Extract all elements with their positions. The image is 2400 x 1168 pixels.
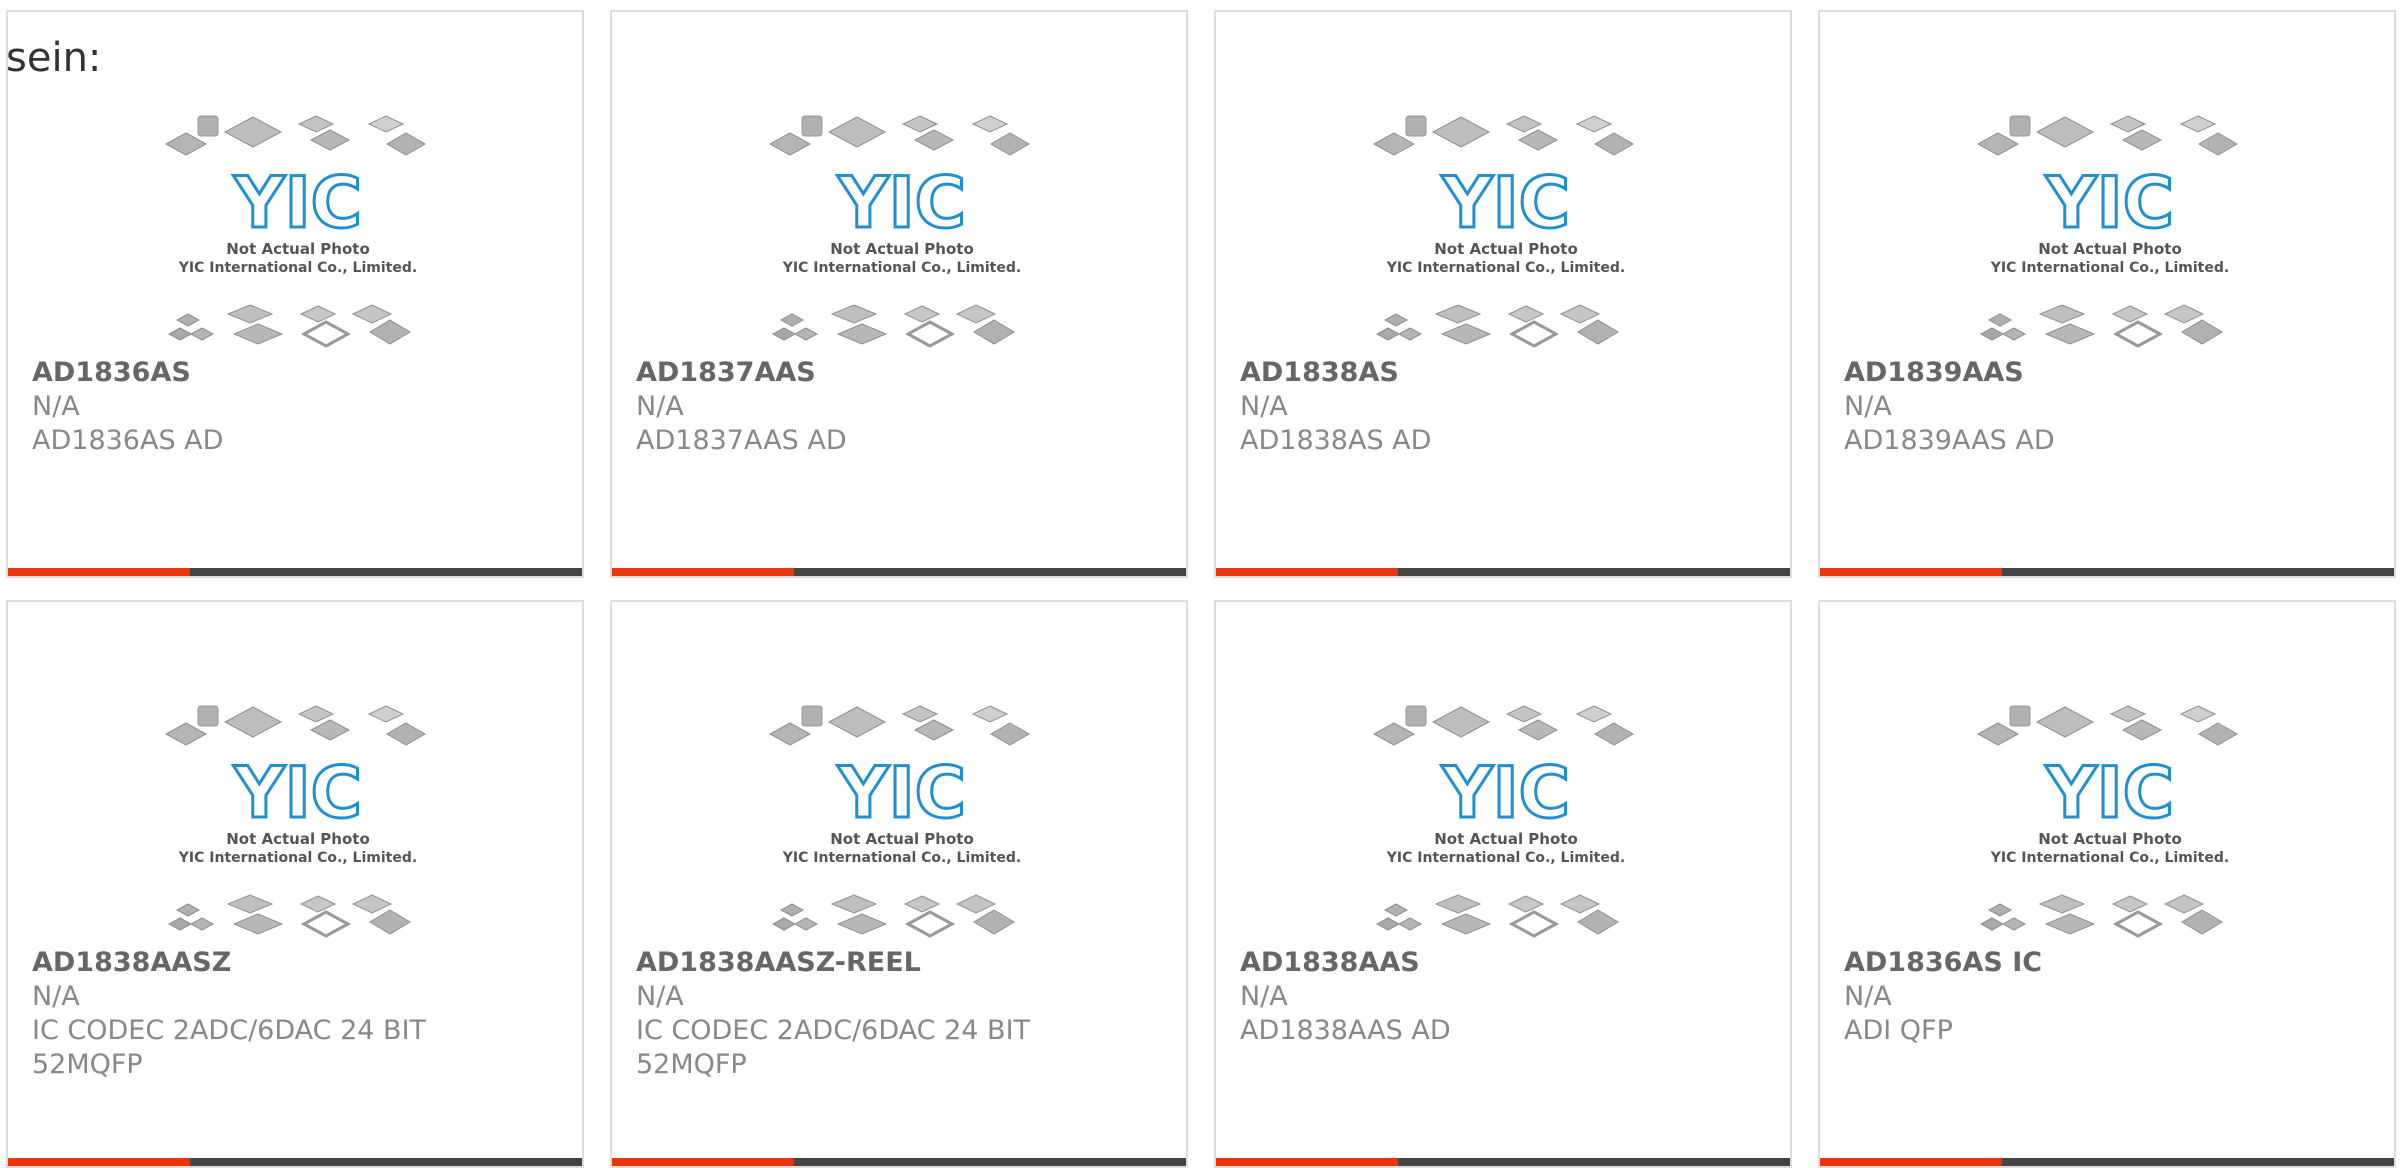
product-description: AD1836AS AD <box>32 425 224 456</box>
part-number[interactable]: AD1838AASZ <box>32 946 562 980</box>
product-card[interactable]: YIC Not Actual Photo YIC International Co.… <box>1214 600 1792 1168</box>
product-stock: N/A <box>636 981 684 1012</box>
product-photo-placeholder: YICNot Actual Photo YIC International Co.… <box>164 115 426 348</box>
product-card[interactable]: YIC Not Actual Photo YIC International Co.… <box>610 10 1188 578</box>
card-accent-bar <box>1820 568 2002 576</box>
product-photo-placeholder: YICNot Actual Photo YIC International Co.… <box>164 705 426 938</box>
photo-caption-1: Not Actual Photo <box>2038 830 2182 848</box>
card-accent-bar <box>612 568 794 576</box>
product-description: AD1839AAS AD <box>1844 425 2055 456</box>
product-card[interactable]: YIC Not Actual Photo YIC International Co.… <box>1818 10 2396 578</box>
product-stock: N/A <box>1844 981 1892 1012</box>
product-card[interactable]: YIC Not Actual Photo YIC International Co.… <box>610 600 1188 1168</box>
product-photo-placeholder: YICNot Actual Photo YIC International Co.… <box>1372 115 1634 348</box>
photo-caption-1: Not Actual Photo <box>1434 240 1578 258</box>
product-stock: N/A <box>636 391 684 422</box>
photo-caption-2: YIC International Co., Limited. <box>782 260 1021 276</box>
yic-logo: YIC <box>1441 162 1570 244</box>
product-photo-placeholder: YICNot Actual Photo YIC International Co.… <box>768 115 1030 348</box>
card-bottom-bar <box>8 568 582 576</box>
card-bottom-bar <box>1820 568 2394 576</box>
chip-icons-bottom <box>1375 894 1619 938</box>
product-stock: N/A <box>1240 981 1288 1012</box>
chip-icons-top <box>1372 115 1634 156</box>
photo-caption-1: Not Actual Photo <box>1434 830 1578 848</box>
chip-icons-bottom <box>167 894 411 938</box>
yic-logo: YIC <box>1441 752 1570 834</box>
part-number[interactable]: AD1836AS <box>32 356 562 390</box>
product-photo-placeholder: YICNot Actual Photo YIC International Co.… <box>1372 705 1634 938</box>
yic-logo: YIC <box>837 162 966 244</box>
photo-caption-2: YIC International Co., Limited. <box>1386 850 1625 866</box>
chip-icons-top <box>164 115 426 156</box>
product-description: AD1838AAS AD <box>1240 1015 1451 1046</box>
chip-icons-bottom <box>771 894 1015 938</box>
photo-caption-2: YIC International Co., Limited. <box>178 260 417 276</box>
photo-caption-2: YIC International Co., Limited. <box>178 850 417 866</box>
card-accent-bar <box>1216 1158 1398 1166</box>
product-stock: N/A <box>32 981 80 1012</box>
part-number[interactable]: AD1838AASZ-REEL <box>636 946 1166 980</box>
product-photo-placeholder: YICNot Actual Photo YIC International Co.… <box>1976 115 2238 348</box>
chip-icons-bottom <box>167 304 411 348</box>
photo-caption-1: Not Actual Photo <box>226 830 370 848</box>
card-accent-bar <box>8 568 190 576</box>
product-card[interactable]: YIC Not Actual Photo YIC International Co.… <box>1818 600 2396 1168</box>
chip-icons-top <box>1372 705 1634 746</box>
part-number[interactable]: AD1837AAS <box>636 356 1166 390</box>
card-accent-bar <box>1820 1158 2002 1166</box>
yic-logo: YIC <box>233 752 362 834</box>
product-description: IC CODEC 2ADC/6DAC 24 BIT <box>636 1015 1031 1046</box>
part-number[interactable]: AD1838AAS <box>1240 946 1770 980</box>
product-description: ADI QFP <box>1844 1015 1953 1046</box>
chip-icons-bottom <box>1375 304 1619 348</box>
photo-caption-1: Not Actual Photo <box>226 240 370 258</box>
card-accent-bar <box>8 1158 190 1166</box>
card-accent-bar <box>612 1158 794 1166</box>
card-bottom-bar <box>1820 1158 2394 1166</box>
card-bottom-bar <box>612 1158 1186 1166</box>
photo-caption-1: Not Actual Photo <box>830 240 974 258</box>
product-description-extra: 52MQFP <box>636 1049 747 1080</box>
photo-caption-2: YIC International Co., Limited. <box>1990 260 2229 276</box>
product-description-extra: 52MQFP <box>32 1049 143 1080</box>
product-card[interactable]: YIC Not Actual Photo YIC International Co.… <box>1214 10 1792 578</box>
card-bottom-bar <box>1216 1158 1790 1166</box>
product-description: AD1838AS AD <box>1240 425 1432 456</box>
chip-icons-top <box>164 705 426 746</box>
yic-logo: YIC <box>837 752 966 834</box>
product-card[interactable]: YIC Not Actual Photo YIC International Co.… <box>6 10 584 578</box>
photo-caption-2: YIC International Co., Limited. <box>782 850 1021 866</box>
chip-icons-top <box>768 115 1030 156</box>
photo-caption-2: YIC International Co., Limited. <box>1990 850 2229 866</box>
card-bottom-bar <box>8 1158 582 1166</box>
chip-icons-bottom <box>1979 894 2223 938</box>
card-accent-bar <box>1216 568 1398 576</box>
part-number[interactable]: AD1839AAS <box>1844 356 2374 390</box>
chip-icons-top <box>1976 115 2238 156</box>
product-description: IC CODEC 2ADC/6DAC 24 BIT <box>32 1015 427 1046</box>
product-stock: N/A <box>1240 391 1288 422</box>
chip-icons-bottom <box>1979 304 2223 348</box>
chip-icons-top <box>1976 705 2238 746</box>
photo-caption-1: Not Actual Photo <box>830 830 974 848</box>
intro-text: sein: <box>6 35 102 81</box>
part-number[interactable]: AD1838AS <box>1240 356 1770 390</box>
chip-icons-bottom <box>771 304 1015 348</box>
yic-logo: YIC <box>2045 162 2174 244</box>
yic-logo: YIC <box>2045 752 2174 834</box>
product-description: AD1837AAS AD <box>636 425 847 456</box>
product-card[interactable]: YIC Not Actual Photo YIC International Co.… <box>6 600 584 1168</box>
photo-caption-2: YIC International Co., Limited. <box>1386 260 1625 276</box>
photo-caption-1: Not Actual Photo <box>2038 240 2182 258</box>
part-number[interactable]: AD1836AS IC <box>1844 946 2374 980</box>
product-stock: N/A <box>1844 391 1892 422</box>
product-stock: N/A <box>32 391 80 422</box>
yic-logo: YIC <box>233 162 362 244</box>
card-bottom-bar <box>1216 568 1790 576</box>
card-bottom-bar <box>612 568 1186 576</box>
chip-icons-top <box>768 705 1030 746</box>
product-photo-placeholder: YICNot Actual Photo YIC International Co.… <box>768 705 1030 938</box>
product-photo-placeholder: YICNot Actual Photo YIC International Co.… <box>1976 705 2238 938</box>
